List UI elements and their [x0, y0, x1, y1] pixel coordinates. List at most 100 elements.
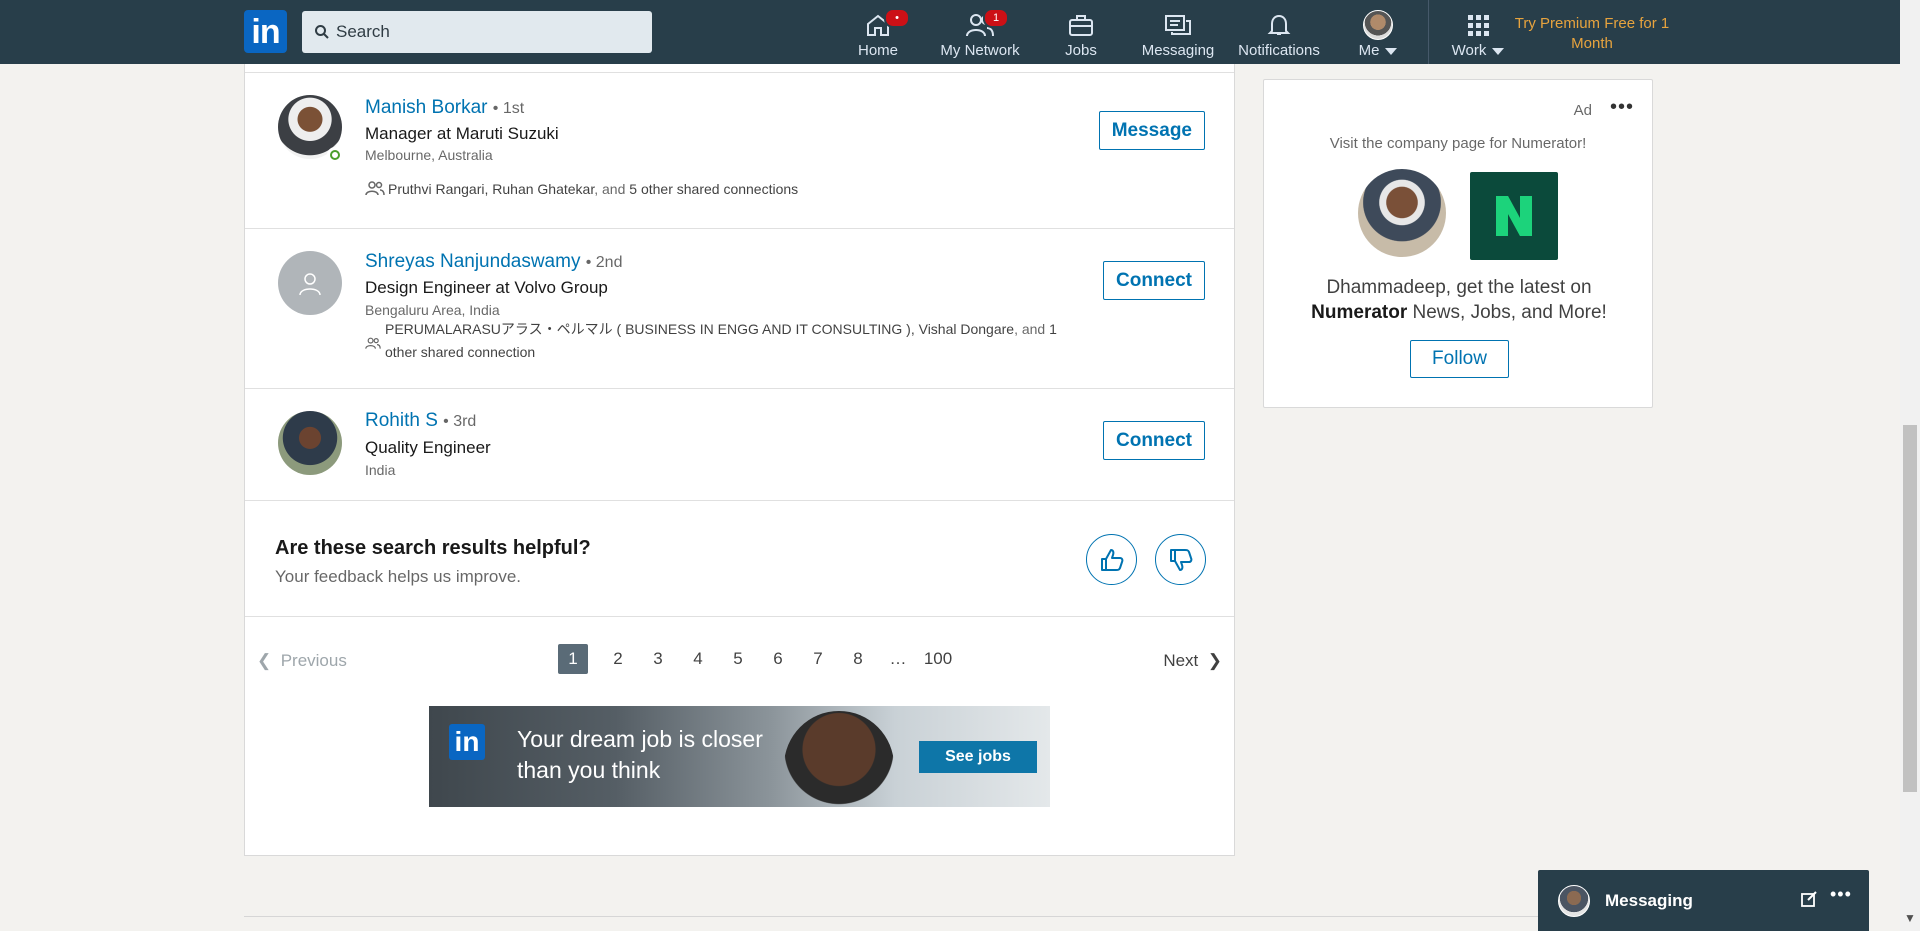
- page-number[interactable]: 7: [798, 644, 838, 674]
- user-avatar: [1358, 169, 1446, 257]
- previous-page-button[interactable]: ❮ Previous: [257, 651, 347, 671]
- thumbs-down-button[interactable]: [1155, 534, 1206, 585]
- shared-names[interactable]: PERUMALARASUアラス・ペルマル ( BUSINESS IN ENGG …: [385, 321, 1014, 337]
- search-icon: [315, 25, 329, 39]
- next-page-button[interactable]: Next ❯: [1163, 651, 1222, 671]
- shared-others[interactable]: 5 other shared connections: [629, 181, 798, 197]
- chevron-left-icon: ❮: [257, 651, 281, 670]
- more-options-icon[interactable]: •••: [1830, 884, 1852, 905]
- sponsored-ad-card: Ad ••• Visit the company page for Numera…: [1263, 79, 1653, 408]
- profile-avatar: [1363, 10, 1393, 40]
- messaging-bar[interactable]: Messaging •••: [1538, 870, 1869, 931]
- numerator-logo-icon: [1496, 196, 1532, 236]
- page-number[interactable]: 6: [758, 644, 798, 674]
- nav-notifications-label: Notifications: [1238, 42, 1320, 59]
- shared-connections[interactable]: PERUMALARASUアラス・ペルマル ( BUSINESS IN ENGG …: [365, 318, 1085, 364]
- ad-message-pre: Dhammadeep, get the latest on: [1326, 277, 1592, 298]
- scrollbar-thumb[interactable]: [1903, 425, 1917, 792]
- follow-button[interactable]: Follow: [1410, 340, 1509, 378]
- top-nav: in • Home 1 My Network Jobs Messaging: [0, 0, 1900, 64]
- ad-message-post: News, Jobs, and More!: [1412, 302, 1607, 323]
- see-jobs-button[interactable]: See jobs: [919, 741, 1037, 773]
- shared-connections-icon: [365, 181, 385, 196]
- nav-home[interactable]: • Home: [848, 8, 910, 62]
- nav-notifications[interactable]: Notifications: [1236, 8, 1322, 62]
- nav-me[interactable]: Me: [1350, 8, 1406, 62]
- chevron-right-icon: ❯: [1198, 651, 1222, 670]
- page-number[interactable]: 3: [638, 644, 678, 674]
- connection-degree: • 2nd: [585, 254, 623, 271]
- more-options-icon[interactable]: •••: [1610, 96, 1634, 119]
- network-badge: 1: [983, 8, 1009, 28]
- location: Bengaluru Area, India: [365, 302, 500, 318]
- grid-icon: [1468, 15, 1489, 36]
- nav-me-label: Me: [1358, 42, 1380, 59]
- profile-name-link[interactable]: Shreyas Nanjundaswamy: [365, 251, 580, 272]
- profile-name-link[interactable]: Manish Borkar: [365, 97, 488, 118]
- thumbs-up-icon: [1100, 548, 1123, 571]
- chevron-down-icon: [1385, 47, 1398, 55]
- scrollbar[interactable]: ▼: [1900, 0, 1920, 931]
- page-number-current[interactable]: 1: [558, 644, 588, 674]
- page-number[interactable]: 100: [918, 644, 958, 674]
- try-premium-link[interactable]: Try Premium Free for 1 Month: [1512, 14, 1672, 54]
- feedback-section: Are these search results helpful? Your f…: [245, 501, 1234, 617]
- search-input[interactable]: [336, 11, 636, 53]
- nav-work[interactable]: Work: [1446, 8, 1510, 62]
- page-number[interactable]: 2: [598, 644, 638, 674]
- ad-company-name: Numerator: [1311, 302, 1408, 323]
- compose-icon[interactable]: [1800, 890, 1818, 908]
- shared-joiner: , and: [594, 181, 630, 197]
- connection-degree: • 1st: [492, 100, 525, 117]
- page-number[interactable]: 4: [678, 644, 718, 674]
- ad-label: Ad: [1573, 102, 1592, 119]
- thumbs-up-button[interactable]: [1086, 534, 1137, 585]
- company-logo[interactable]: [1470, 172, 1558, 260]
- headline: Quality Engineer: [365, 438, 491, 457]
- shared-joiner: , and: [1014, 321, 1050, 337]
- messaging-icon: [1165, 15, 1191, 35]
- scroll-down-arrow-icon[interactable]: ▼: [1904, 911, 1916, 925]
- search-results-card: Manish Borkar • 1st Manager at Maruti Su…: [244, 64, 1235, 856]
- search-box[interactable]: [302, 11, 652, 53]
- feedback-question: Are these search results helpful?: [275, 537, 591, 559]
- online-status-icon: [327, 147, 343, 163]
- shared-connections[interactable]: Pruthvi Rangari, Ruhan Ghatekar, and 5 o…: [365, 178, 798, 201]
- previous-label: Previous: [280, 651, 347, 670]
- shared-names[interactable]: Pruthvi Rangari, Ruhan Ghatekar: [388, 181, 594, 197]
- banner-text: Your dream job is closer than you think: [517, 726, 763, 783]
- page-ellipsis: …: [889, 649, 907, 668]
- nav-messaging[interactable]: Messaging: [1138, 8, 1218, 62]
- nav-my-network[interactable]: 1 My Network: [935, 8, 1025, 62]
- messaging-title: Messaging: [1605, 891, 1693, 910]
- page-numbers: 1 2 3 4 5 6 7 8 … 100: [558, 644, 958, 674]
- jobs-banner-ad[interactable]: in Your dream job is closer than you thi…: [429, 706, 1050, 807]
- page-number[interactable]: 5: [718, 644, 758, 674]
- connect-button[interactable]: Connect: [1103, 421, 1205, 460]
- nav-jobs[interactable]: Jobs: [1058, 8, 1104, 62]
- ad-visit-text: Visit the company page for Numerator!: [1329, 135, 1587, 152]
- thumbs-down-icon: [1169, 548, 1192, 571]
- linkedin-logo[interactable]: in: [244, 10, 287, 53]
- nav-messaging-label: Messaging: [1141, 42, 1215, 59]
- footer-divider: [244, 916, 1654, 917]
- linkedin-logo: in: [449, 724, 485, 760]
- avatar[interactable]: [278, 411, 342, 475]
- headline: Manager at Maruti Suzuki: [365, 124, 559, 143]
- location: Melbourne, Australia: [365, 147, 493, 163]
- result-row: Manish Borkar • 1st Manager at Maruti Su…: [245, 72, 1234, 229]
- avatar[interactable]: [278, 251, 342, 315]
- message-button[interactable]: Message: [1098, 111, 1205, 150]
- result-row: Rohith S • 3rd Quality Engineer India Co…: [245, 389, 1234, 501]
- connect-button[interactable]: Connect: [1103, 261, 1205, 300]
- nav-home-label: Home: [857, 42, 898, 59]
- profile-name-link[interactable]: Rohith S: [365, 410, 438, 431]
- chevron-down-icon: [1492, 47, 1505, 55]
- banner-photo: [784, 711, 894, 807]
- shared-connections-icon: [365, 337, 381, 349]
- briefcase-icon: [1069, 15, 1093, 36]
- page-number[interactable]: 8: [838, 644, 878, 674]
- nav-jobs-label: Jobs: [1065, 42, 1097, 59]
- next-label: Next: [1163, 651, 1199, 670]
- location: India: [365, 462, 396, 478]
